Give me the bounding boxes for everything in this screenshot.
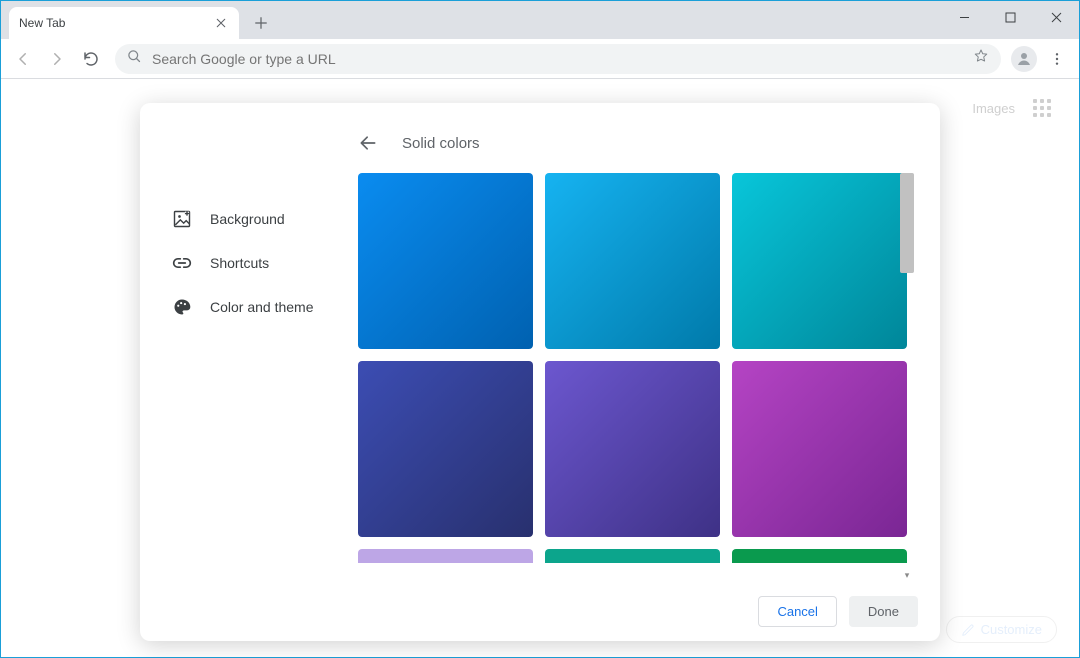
dialog-header: Solid colors: [356, 131, 916, 173]
new-tab-page: Images Customize Background Shortcuts: [1, 79, 1079, 657]
new-tab-button[interactable]: [247, 9, 275, 37]
minimize-button[interactable]: [941, 1, 987, 33]
color-swatch-violet[interactable]: [545, 361, 720, 537]
sidebar-item-color-theme[interactable]: Color and theme: [172, 285, 356, 329]
color-swatch-light-blue[interactable]: [545, 173, 720, 349]
forward-button[interactable]: [43, 45, 71, 73]
image-icon: [172, 209, 192, 229]
browser-menu-button[interactable]: [1043, 45, 1071, 73]
palette-icon: [172, 297, 192, 317]
dialog-footer: Cancel Done: [140, 582, 940, 641]
maximize-button[interactable]: [987, 1, 1033, 33]
apps-grid-icon[interactable]: [1033, 99, 1051, 117]
sidebar-label: Background: [210, 211, 285, 227]
ntp-top-links: Images: [972, 99, 1051, 117]
sidebar-item-background[interactable]: Background: [172, 197, 356, 241]
close-window-button[interactable]: [1033, 1, 1079, 33]
arrow-left-icon: [358, 133, 378, 153]
dialog-back-button[interactable]: [356, 131, 380, 155]
scrollbar-thumb[interactable]: [900, 173, 914, 273]
bookmark-star-icon[interactable]: [973, 48, 989, 69]
dialog-scrollbar[interactable]: ▾: [900, 173, 914, 582]
ntp-link-images[interactable]: Images: [972, 101, 1015, 116]
browser-toolbar: [1, 39, 1079, 79]
window-controls: [941, 1, 1079, 33]
color-swatch-magenta[interactable]: [732, 361, 907, 537]
sidebar-item-shortcuts[interactable]: Shortcuts: [172, 241, 356, 285]
customize-button[interactable]: Customize: [946, 616, 1057, 643]
tab-title: New Tab: [19, 16, 65, 30]
link-icon: [172, 253, 192, 273]
dialog-title: Solid colors: [402, 135, 480, 152]
color-swatch-blue[interactable]: [358, 173, 533, 349]
cancel-button[interactable]: Cancel: [758, 596, 836, 627]
tab-strip: New Tab: [1, 1, 941, 39]
browser-tab[interactable]: New Tab: [9, 7, 239, 39]
pencil-icon: [961, 623, 975, 637]
customize-label: Customize: [981, 622, 1042, 637]
dialog-main: Solid colors: [356, 103, 940, 582]
profile-avatar[interactable]: [1011, 46, 1037, 72]
done-button[interactable]: Done: [849, 596, 918, 627]
color-swatch-emerald[interactable]: [545, 549, 720, 563]
color-grid: [358, 173, 916, 582]
color-swatch-green[interactable]: [732, 549, 907, 563]
scrollbar-down-arrow[interactable]: ▾: [900, 568, 914, 582]
color-swatch-lavender[interactable]: [358, 549, 533, 563]
window-titlebar: New Tab: [1, 1, 1079, 39]
dialog-body: Background Shortcuts Color and theme Sol…: [140, 103, 940, 582]
address-input[interactable]: [152, 51, 963, 67]
close-tab-icon[interactable]: [213, 15, 229, 31]
dialog-sidebar: Background Shortcuts Color and theme: [140, 103, 356, 582]
color-swatch-teal[interactable]: [732, 173, 907, 349]
color-scroll-area: ▾: [356, 173, 916, 582]
sidebar-label: Shortcuts: [210, 255, 269, 271]
reload-button[interactable]: [77, 45, 105, 73]
back-button[interactable]: [9, 45, 37, 73]
address-bar[interactable]: [115, 44, 1001, 74]
sidebar-label: Color and theme: [210, 299, 314, 315]
customize-dialog: Background Shortcuts Color and theme Sol…: [140, 103, 940, 641]
color-swatch-indigo[interactable]: [358, 361, 533, 537]
search-icon: [127, 49, 142, 69]
